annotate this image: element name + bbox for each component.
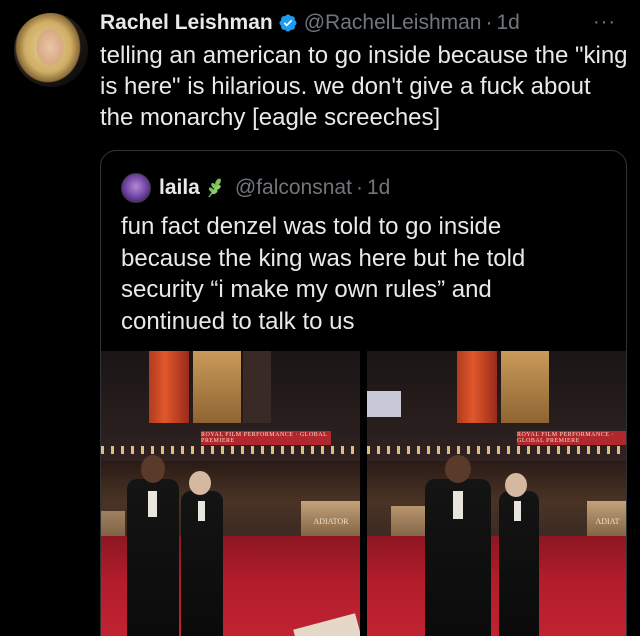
leaf-emoji-icon <box>203 176 227 200</box>
tweet-timestamp[interactable]: 1d <box>496 11 519 35</box>
quote-photo-1[interactable]: ROYAL FILM PERFORMANCE · GLOBAL PREMIERE… <box>101 351 360 636</box>
author-avatar[interactable] <box>14 13 88 87</box>
premiere-banner: ROYAL FILM PERFORMANCE · GLOBAL PREMIERE <box>201 431 331 445</box>
verified-badge-icon <box>278 13 298 33</box>
quote-header: laila @falconsnat · 1d <box>121 173 390 203</box>
quote-author-handle[interactable]: @falconsnat <box>235 176 352 200</box>
quote-text: fun fact denzel was told to go inside be… <box>121 213 526 335</box>
premiere-banner: ROYAL FILM PERFORMANCE · GLOBAL PREMIERE <box>517 431 626 445</box>
quote-tweet-card[interactable]: laila @falconsnat · 1d fun fact denzel w… <box>100 150 627 636</box>
quote-photo-2[interactable]: ROYAL FILM PERFORMANCE · GLOBAL PREMIERE… <box>367 351 626 636</box>
separator-dot: · <box>485 11 493 34</box>
tweet-header: Rachel Leishman @RachelLeishman · 1d ··· <box>100 9 630 37</box>
author-display-name[interactable]: Rachel Leishman <box>100 11 273 35</box>
quote-timestamp[interactable]: 1d <box>367 176 390 200</box>
quote-author-avatar[interactable] <box>121 173 151 203</box>
author-handle[interactable]: @RachelLeishman <box>304 11 482 35</box>
more-icon[interactable]: ··· <box>593 11 616 34</box>
quote-separator-dot: · <box>355 176 363 199</box>
quote-author-display-name[interactable]: laila <box>159 176 200 200</box>
gladiator-sign: ADIAT <box>587 501 626 541</box>
tweet-text: telling an american to go inside because… <box>100 42 628 131</box>
gladiator-sign: ADIATOR <box>301 501 360 541</box>
